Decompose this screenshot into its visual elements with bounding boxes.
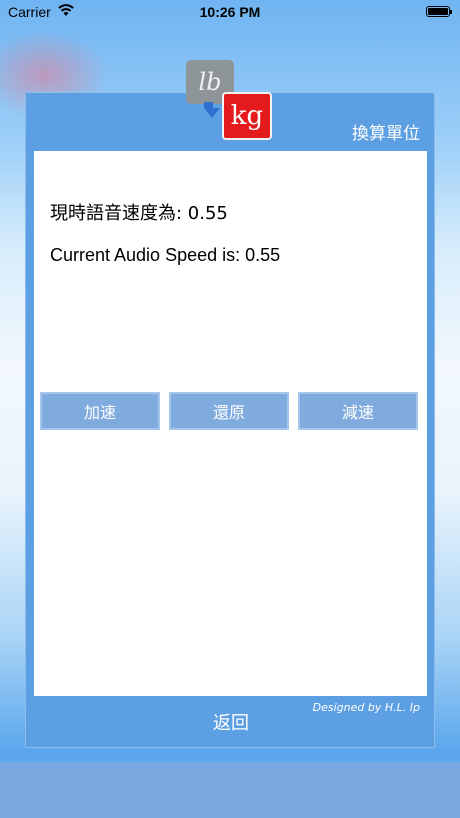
app-logo: lb kg bbox=[186, 60, 274, 144]
speed-up-button[interactable]: 加速 bbox=[40, 392, 160, 430]
speed-text-en: Current Audio Speed is: 0.55 bbox=[50, 245, 281, 265]
content-area: 現時語音速度為: 0.55 Current Audio Speed is: 0.… bbox=[34, 151, 427, 696]
main-panel: 換算單位 現時語音速度為: 0.55 Current Audio Speed i… bbox=[25, 92, 435, 748]
bottom-bar bbox=[0, 762, 460, 818]
status-bar: Carrier 10:26 PM bbox=[0, 0, 460, 24]
kg-tile: kg bbox=[222, 92, 272, 140]
clock: 10:26 PM bbox=[199, 4, 261, 20]
convert-units-button[interactable]: 換算單位 bbox=[352, 119, 420, 144]
slow-down-button[interactable]: 減速 bbox=[298, 392, 418, 430]
reset-speed-button[interactable]: 還原 bbox=[169, 392, 289, 430]
speed-text-zh: 現時語音速度為: 0.55 bbox=[50, 203, 228, 224]
battery-icon bbox=[426, 6, 452, 17]
back-button[interactable]: 返回 bbox=[26, 709, 436, 735]
